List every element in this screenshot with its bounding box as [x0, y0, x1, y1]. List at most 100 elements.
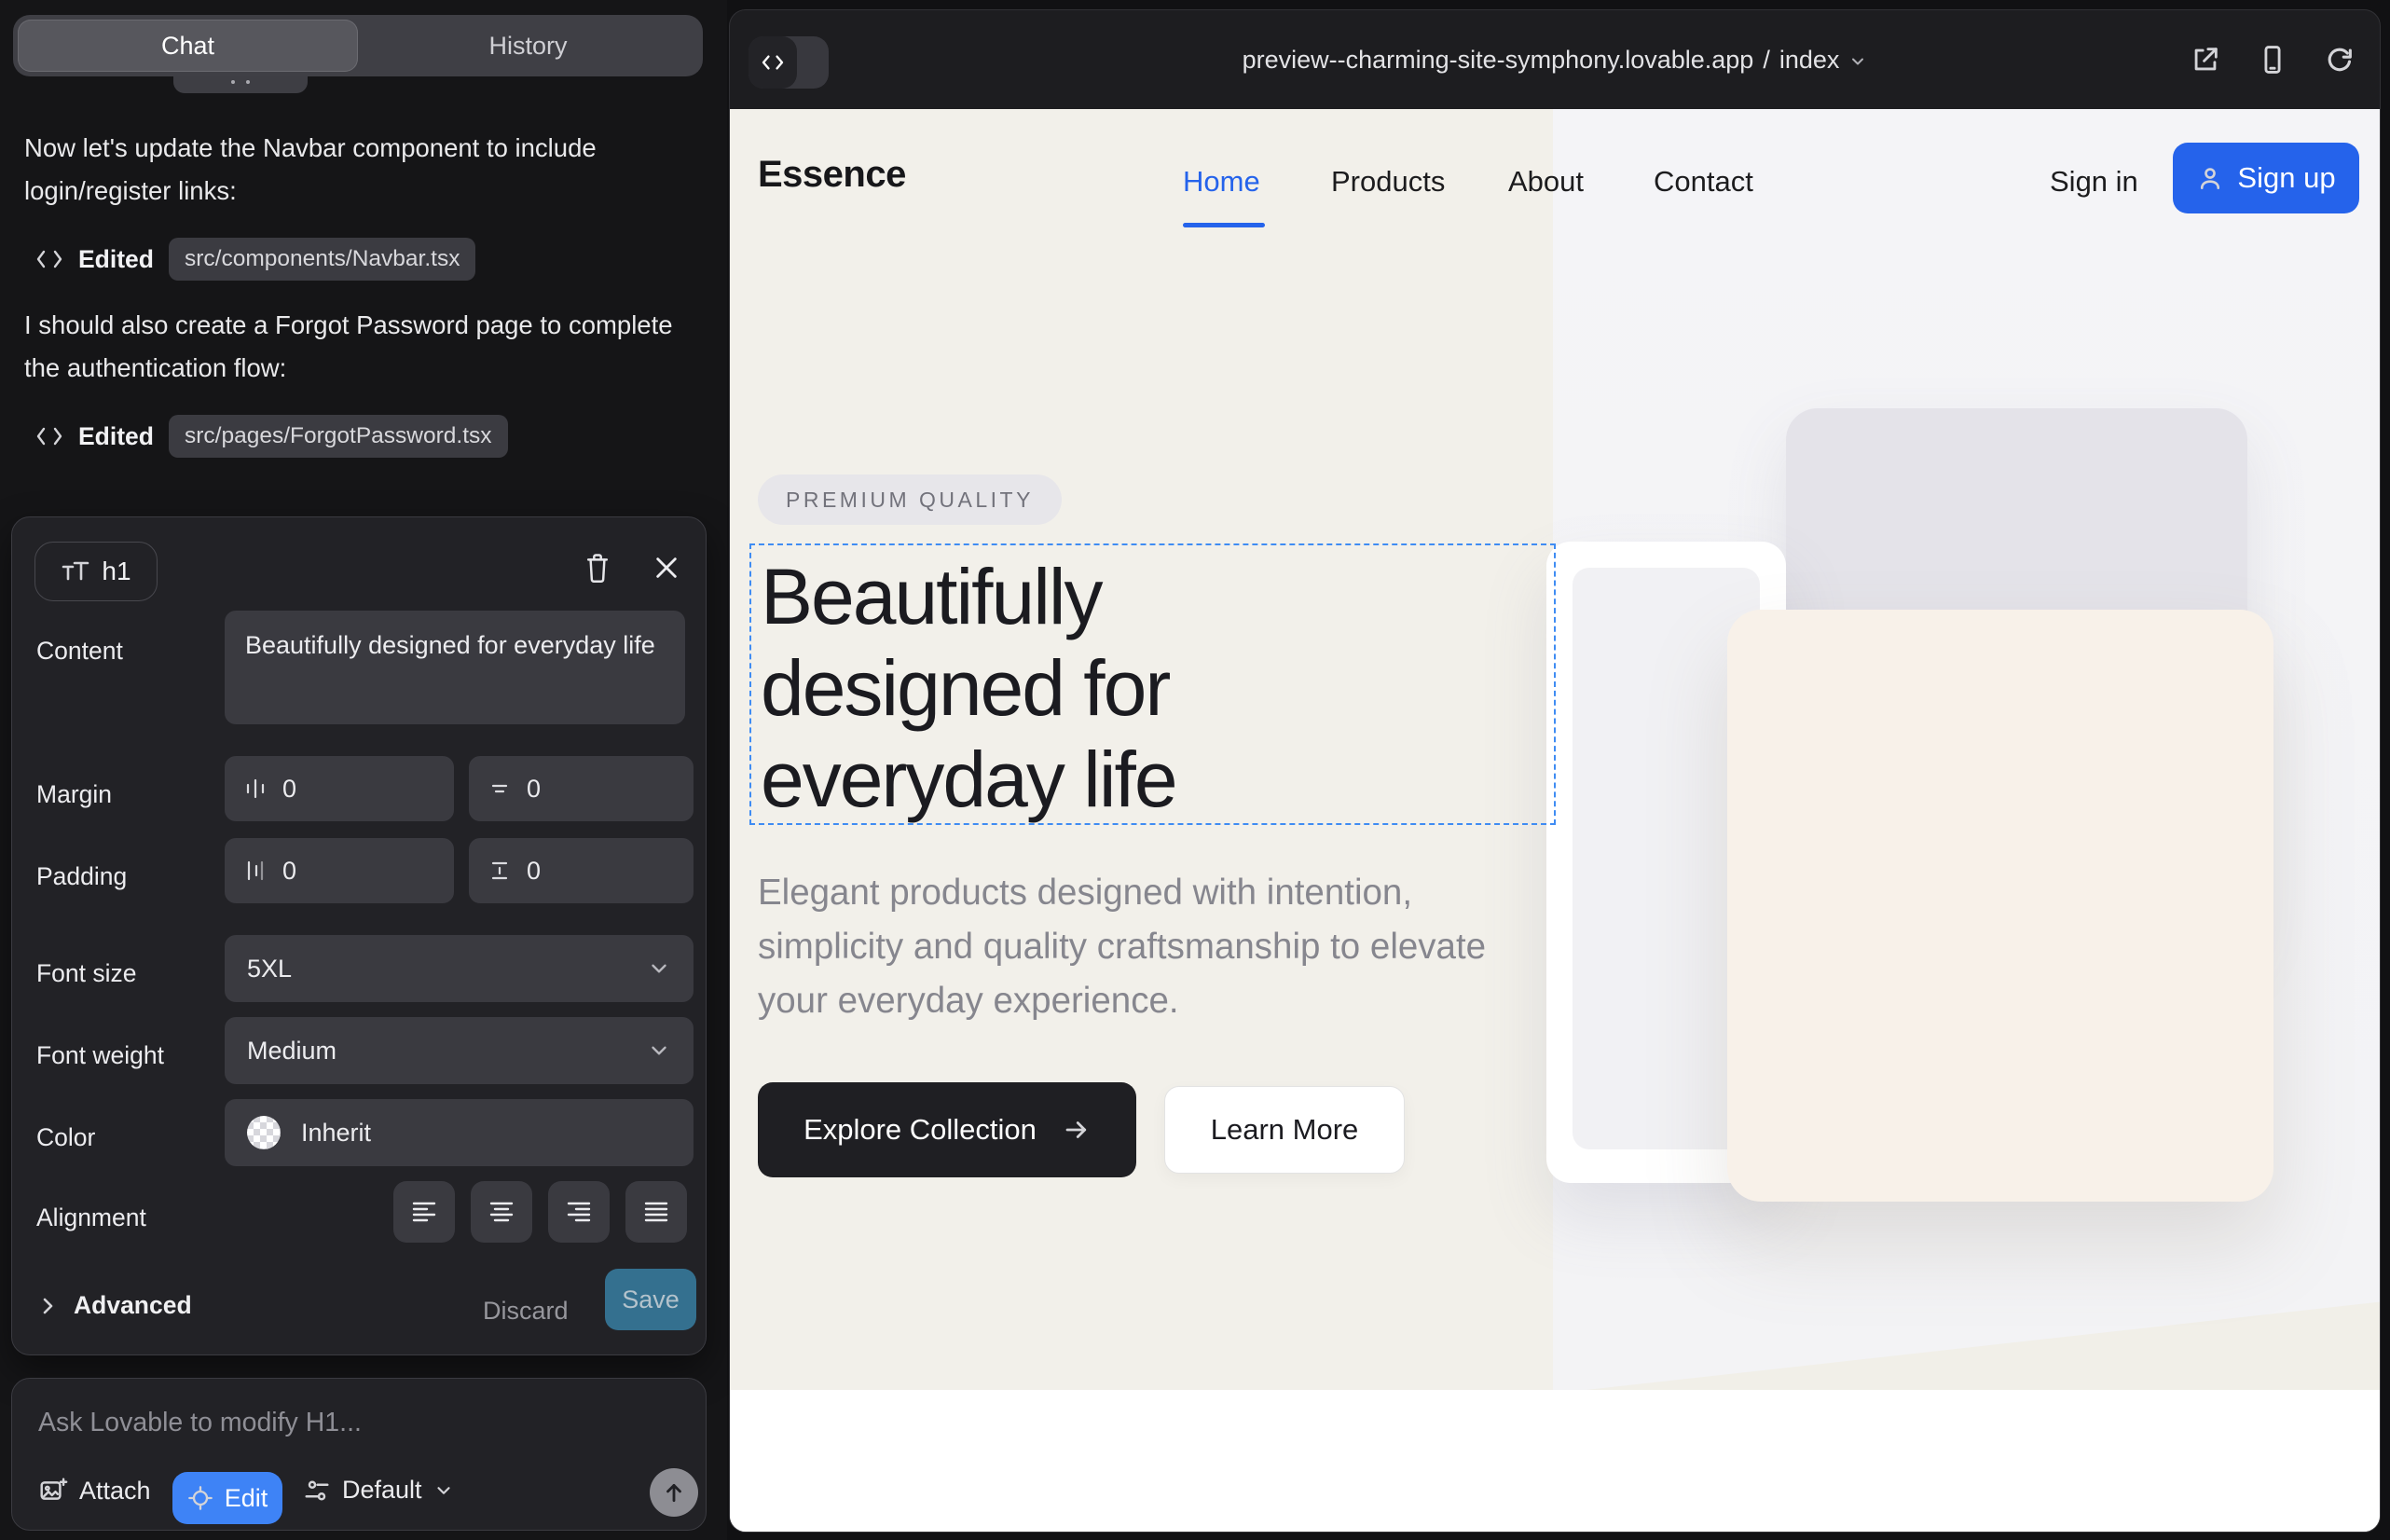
- sign-in-link[interactable]: Sign in: [2050, 165, 2138, 199]
- padding-vertical-icon: [488, 859, 512, 883]
- color-swatch: [247, 1116, 281, 1149]
- nav-link-products[interactable]: Products: [1331, 165, 1445, 199]
- tab-history[interactable]: History: [358, 20, 698, 72]
- nav-link-about[interactable]: About: [1508, 165, 1584, 199]
- site-page: Essence Home Products About Contact Sign…: [730, 109, 2380, 1532]
- sliders-icon: [303, 1477, 331, 1505]
- alignment-label: Alignment: [36, 1203, 146, 1232]
- chat-history-tabbar: Chat History: [13, 15, 703, 76]
- url-separator: /: [1763, 46, 1770, 75]
- target-icon: [187, 1485, 213, 1511]
- learn-more-button[interactable]: Learn More: [1164, 1086, 1405, 1174]
- font-size-label: Font size: [36, 959, 137, 988]
- color-value: Inherit: [301, 1119, 371, 1148]
- decorative-card-beige: [1727, 610, 2273, 1202]
- element-tag-pill: h1: [34, 542, 158, 601]
- font-weight-value: Medium: [247, 1037, 337, 1066]
- mode-label: Default: [342, 1476, 422, 1505]
- margin-x-input[interactable]: 0: [225, 756, 454, 821]
- margin-horizontal-icon: [243, 777, 268, 801]
- edited-label: Edited: [78, 245, 154, 274]
- close-panel-button[interactable]: [648, 547, 685, 588]
- color-label: Color: [36, 1123, 95, 1152]
- preview-url: preview--charming-site-symphony.lovable.…: [1243, 46, 1754, 75]
- sign-up-label: Sign up: [2237, 161, 2335, 195]
- content-input[interactable]: Beautifully designed for everyday life: [225, 611, 685, 724]
- send-button[interactable]: [650, 1468, 698, 1517]
- sign-up-button[interactable]: Sign up: [2173, 143, 2359, 213]
- margin-y-input[interactable]: 0: [469, 756, 694, 821]
- next-section-background: [730, 1390, 2380, 1532]
- hero-description: Elegant products designed with intention…: [758, 866, 1532, 1028]
- explore-collection-button[interactable]: Explore Collection: [758, 1082, 1136, 1177]
- assistant-message: I should also create a Forgot Password p…: [24, 304, 688, 390]
- align-center-button[interactable]: [471, 1181, 532, 1243]
- scrolled-pill-partial: [173, 76, 308, 93]
- mode-selector[interactable]: Default: [303, 1476, 454, 1505]
- font-size-value: 5XL: [247, 955, 292, 983]
- code-icon: [35, 426, 63, 447]
- text-type-icon: [61, 560, 90, 583]
- attach-button[interactable]: Attach: [38, 1476, 151, 1506]
- element-tag-name: h1: [102, 557, 130, 586]
- user-icon: [2196, 164, 2224, 192]
- edited-label: Edited: [78, 422, 154, 451]
- chat-composer: Attach Edit Default: [11, 1378, 707, 1531]
- refresh-icon[interactable]: [2324, 44, 2356, 76]
- preview-path: index: [1779, 46, 1840, 75]
- margin-y-value: 0: [527, 775, 541, 804]
- nav-home-underline: [1183, 223, 1265, 227]
- edited-file-row: Edited src/pages/ForgotPassword.tsx: [35, 412, 508, 461]
- hero-heading-line: designed for: [761, 642, 1450, 734]
- align-left-button[interactable]: [393, 1181, 455, 1243]
- save-button[interactable]: Save: [605, 1269, 696, 1330]
- discard-button[interactable]: Discard: [483, 1297, 569, 1326]
- site-logo[interactable]: Essence: [758, 154, 906, 196]
- edit-label: Edit: [225, 1484, 268, 1513]
- advanced-label: Advanced: [74, 1291, 192, 1320]
- padding-x-input[interactable]: 0: [225, 838, 454, 903]
- advanced-toggle[interactable]: Advanced: [38, 1291, 192, 1320]
- mobile-view-icon[interactable]: [2257, 44, 2288, 76]
- arrow-right-icon: [1063, 1116, 1091, 1144]
- margin-vertical-icon: [488, 777, 512, 801]
- edited-file-chip[interactable]: src/components/Navbar.tsx: [169, 238, 475, 281]
- chevron-right-icon: [38, 1296, 57, 1316]
- color-select[interactable]: Inherit: [225, 1099, 694, 1166]
- delete-element-button[interactable]: [579, 547, 616, 588]
- align-justify-button[interactable]: [625, 1181, 687, 1243]
- chevron-down-icon: [647, 956, 671, 981]
- lovable-app-screen: Chat History Now let's update the Navbar…: [0, 0, 2390, 1540]
- padding-label: Padding: [36, 862, 127, 891]
- hero-heading-line: everyday life: [761, 734, 1450, 825]
- font-weight-select[interactable]: Medium: [225, 1017, 694, 1084]
- hero-heading-line: Beautifully: [761, 551, 1450, 642]
- edited-file-chip[interactable]: src/pages/ForgotPassword.tsx: [169, 415, 508, 458]
- preview-toolbar: [2190, 10, 2356, 109]
- edited-file-row: Edited src/components/Navbar.tsx: [35, 235, 475, 283]
- margin-label: Margin: [36, 780, 112, 809]
- font-size-select[interactable]: 5XL: [225, 935, 694, 1002]
- padding-y-value: 0: [527, 857, 541, 886]
- element-editor-panel: h1 Content Beautifully designed for ever…: [11, 516, 707, 1355]
- hero-badge: PREMIUM QUALITY: [758, 474, 1062, 525]
- chevron-down-icon: [1848, 52, 1867, 71]
- content-label: Content: [36, 637, 123, 666]
- attach-image-icon: [38, 1476, 68, 1506]
- open-external-icon[interactable]: [2190, 44, 2221, 76]
- chevron-down-icon: [647, 1038, 671, 1063]
- nav-link-home[interactable]: Home: [1183, 165, 1260, 199]
- composer-input[interactable]: [38, 1401, 681, 1444]
- hero-heading[interactable]: Beautifully designed for everyday life: [761, 551, 1450, 825]
- assistant-message: Now let's update the Navbar component to…: [24, 127, 688, 213]
- padding-x-value: 0: [282, 857, 296, 886]
- margin-x-value: 0: [282, 775, 296, 804]
- preview-url-bar[interactable]: preview--charming-site-symphony.lovable.…: [730, 10, 2380, 109]
- tab-chat[interactable]: Chat: [18, 20, 358, 72]
- edit-mode-button[interactable]: Edit: [172, 1472, 282, 1524]
- align-right-button[interactable]: [548, 1181, 610, 1243]
- nav-link-contact[interactable]: Contact: [1654, 165, 1753, 199]
- chat-sidebar: Chat History Now let's update the Navbar…: [0, 0, 727, 1540]
- padding-y-input[interactable]: 0: [469, 838, 694, 903]
- preview-panel: preview--charming-site-symphony.lovable.…: [729, 9, 2381, 1533]
